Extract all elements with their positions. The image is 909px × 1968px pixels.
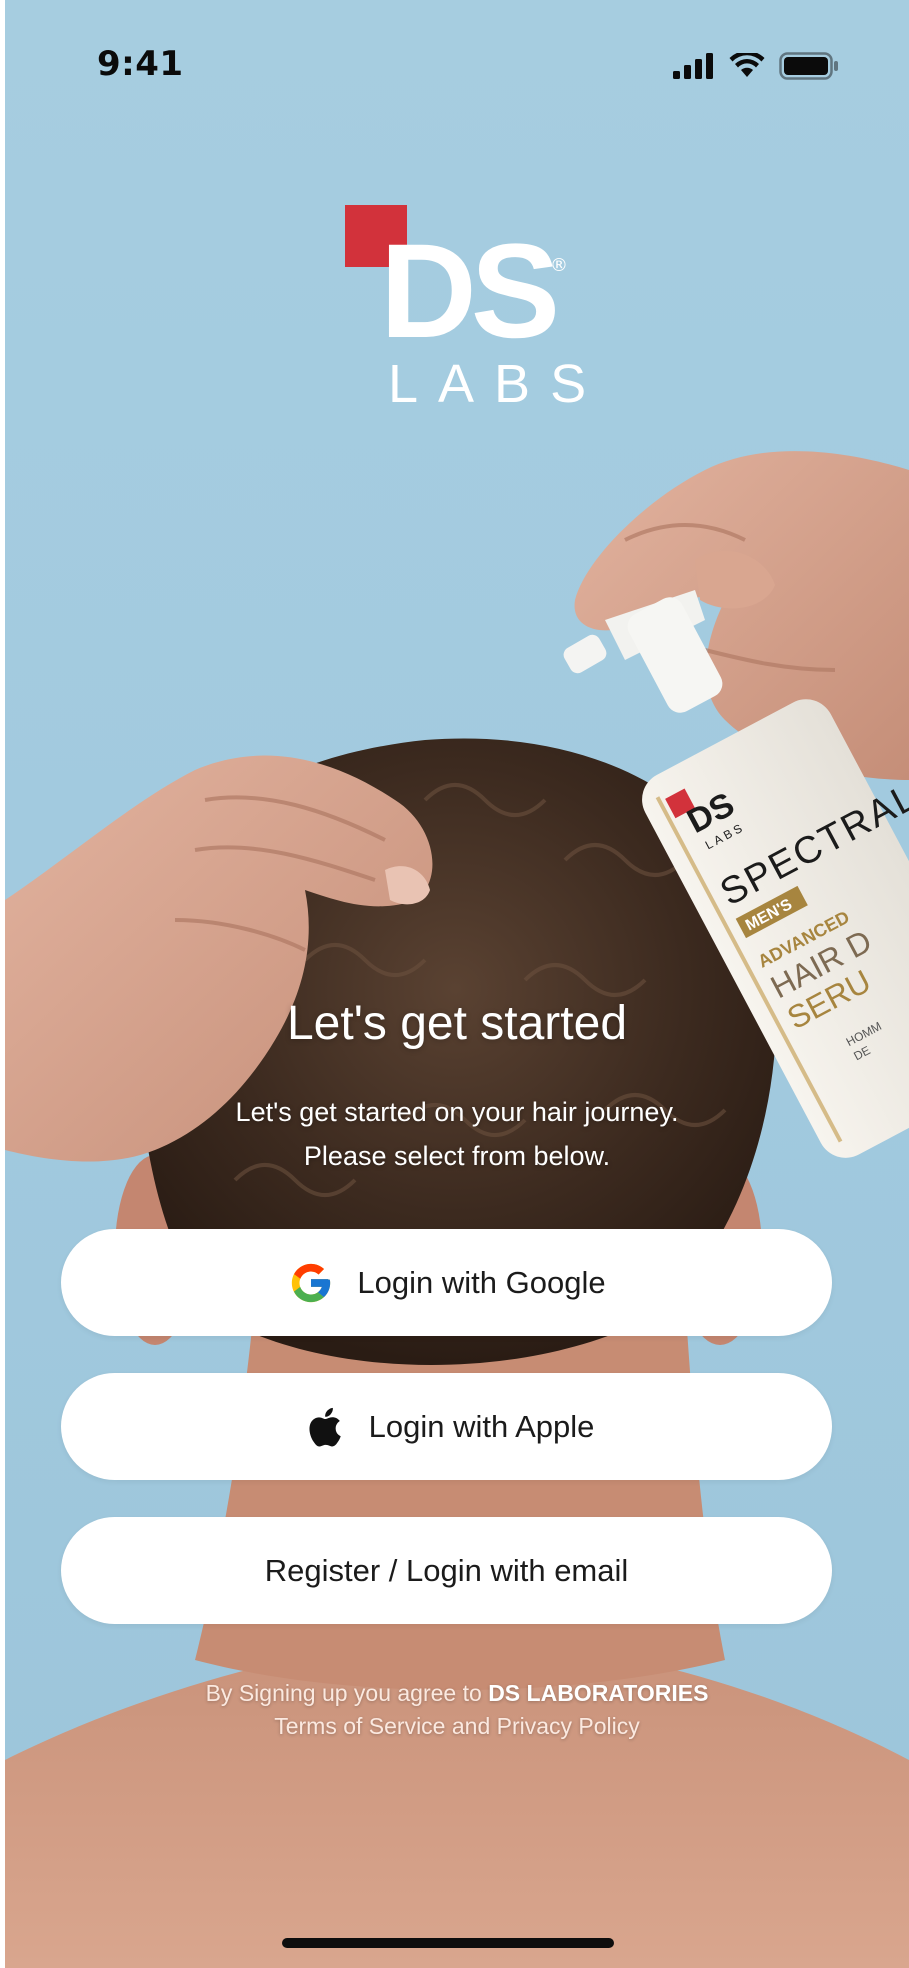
subtitle-line-2: Please select from below.	[303, 1141, 611, 1171]
logo-mark: DS	[380, 217, 560, 366]
login-apple-label: Login with Apple	[368, 1408, 595, 1444]
home-indicator[interactable]	[282, 1938, 614, 1948]
status-time: 9:41	[97, 44, 184, 84]
battery-icon	[779, 52, 838, 80]
legal-line-1: By Signing up you agree to DS LABORATORI…	[5, 1677, 909, 1710]
status-icons	[673, 52, 839, 80]
login-google-label: Login with Google	[357, 1264, 606, 1300]
login-email-label: Register / Login with email	[264, 1552, 629, 1588]
status-bar: 9:41	[5, 0, 909, 130]
cellular-signal-icon	[673, 53, 713, 79]
legal-company: DS LABORATORIES	[488, 1680, 709, 1706]
legal-notice: By Signing up you agree to DS LABORATORI…	[5, 1677, 909, 1743]
logo-registered: ®	[550, 255, 568, 276]
login-google-button[interactable]: Login with Google	[61, 1229, 832, 1336]
subtitle-line-1: Let's get started on your hair journey.	[235, 1097, 679, 1127]
terms-privacy-link[interactable]: Terms of Service and Privacy Policy	[5, 1710, 909, 1743]
login-screen: DS LABS SPECTRAL MEN'S ADVANCED HAIR D S…	[5, 0, 909, 1968]
ds-labs-logo: DS ® LABS	[345, 205, 595, 415]
page-title: Let's get started	[286, 997, 628, 1050]
logo-wordmark: LABS	[388, 354, 607, 414]
legal-prefix: By Signing up you agree to	[205, 1680, 489, 1706]
wifi-icon	[729, 53, 765, 77]
google-icon	[287, 1259, 335, 1307]
page-subtitle: Let's get started on your hair journey. …	[5, 1090, 909, 1178]
login-email-button[interactable]: Register / Login with email	[61, 1517, 832, 1624]
apple-icon	[299, 1403, 347, 1451]
login-apple-button[interactable]: Login with Apple	[61, 1373, 832, 1480]
